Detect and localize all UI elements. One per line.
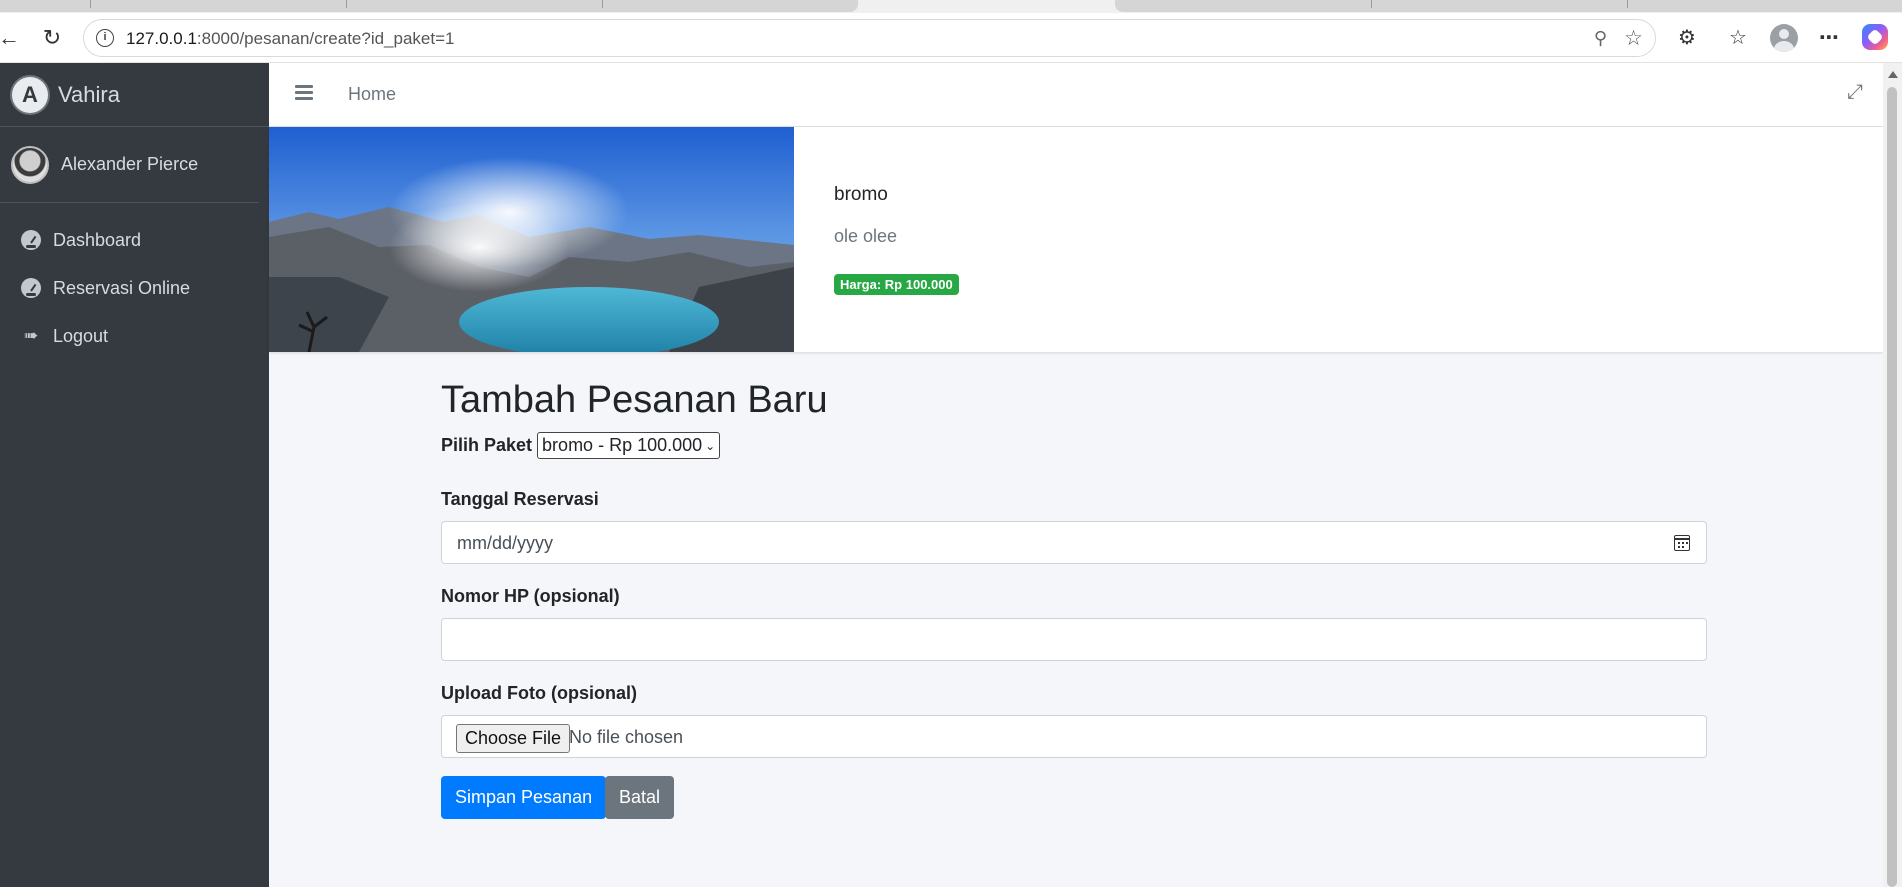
sidebar: A Vahira Alexander Pierce Dashboard Rese… xyxy=(0,63,269,887)
copilot-icon[interactable] xyxy=(1862,24,1888,50)
user-avatar xyxy=(11,145,49,184)
nomor-hp-label: Nomor HP (opsional) xyxy=(441,586,620,606)
url-path: :8000/pesanan/create?id_paket=1 xyxy=(196,29,455,48)
browser-tab[interactable] xyxy=(1115,0,1902,12)
upload-foto-input[interactable]: Choose File No file chosen xyxy=(441,715,1707,758)
brand-logo: A xyxy=(12,76,48,113)
sidebar-item-label: Dashboard xyxy=(53,229,142,250)
scrollbar-thumb[interactable] xyxy=(1887,87,1897,887)
browser-tab-strip xyxy=(0,0,1902,13)
sidebar-item-label: Logout xyxy=(53,325,109,346)
sidebar-item-reservasi-online[interactable]: Reservasi Online xyxy=(0,264,269,312)
site-info-icon[interactable]: i xyxy=(96,29,114,47)
price-badge: Harga: Rp 100.000 xyxy=(834,274,959,295)
browser-tab[interactable] xyxy=(0,0,858,12)
url-text: 127.0.0.1:8000/pesanan/create?id_paket=1 xyxy=(126,29,454,49)
paket-select[interactable]: bromo - Rp 100.000 ⌄ xyxy=(537,432,721,459)
package-title: bromo xyxy=(834,184,888,205)
package-card: bromo ole olee Harga: Rp 100.000 xyxy=(269,127,1883,352)
file-status-text: No file chosen xyxy=(569,727,684,747)
batal-button[interactable]: Batal xyxy=(605,776,675,819)
sidebar-menu: Dashboard Reservasi Online ➠ Logout xyxy=(0,203,269,360)
fullscreen-icon[interactable]: ⤢ xyxy=(1847,81,1863,104)
user-name[interactable]: Alexander Pierce xyxy=(61,154,198,175)
tab-separator xyxy=(1371,0,1372,8)
choose-file-button[interactable]: Choose File xyxy=(456,724,571,753)
tab-separator xyxy=(1627,0,1628,8)
paket-label: Pilih Paket xyxy=(441,435,533,455)
package-image xyxy=(269,127,794,352)
page-title: Tambah Pesanan Baru xyxy=(441,379,828,421)
user-panel[interactable]: Alexander Pierce xyxy=(0,127,259,203)
sidebar-item-logout[interactable]: ➠ Logout xyxy=(0,312,269,360)
scroll-up-arrow-icon[interactable] xyxy=(1888,71,1898,78)
more-menu-icon[interactable]: ⋯ xyxy=(1816,25,1842,51)
date-placeholder: mm/dd/yyyy xyxy=(457,533,554,553)
paket-select-row: Pilih Paket bromo - Rp 100.000 ⌄ xyxy=(441,432,721,459)
brand-link[interactable]: A Vahira xyxy=(0,63,269,127)
tab-separator xyxy=(602,0,603,8)
browser-toolbar: ← ↻ i 127.0.0.1:8000/pesanan/create?id_p… xyxy=(0,13,1902,63)
sidebar-item-dashboard[interactable]: Dashboard xyxy=(0,216,269,264)
reload-icon[interactable]: ↻ xyxy=(39,25,65,51)
upload-foto-label: Upload Foto (opsional) xyxy=(441,683,637,703)
nomor-hp-input[interactable] xyxy=(441,618,1707,661)
zoom-out-icon[interactable]: ⚲ xyxy=(1594,28,1607,49)
main-header: Home ⤢ xyxy=(269,63,1883,127)
simpan-pesanan-button[interactable]: Simpan Pesanan xyxy=(441,776,607,819)
calendar-icon[interactable] xyxy=(1674,535,1690,551)
paket-selected-value: bromo - Rp 100.000 xyxy=(542,435,703,455)
page-scrollbar[interactable] xyxy=(1883,63,1902,887)
dashboard-gauge-icon xyxy=(20,277,42,299)
sidebar-item-label: Reservasi Online xyxy=(53,277,191,298)
tab-separator xyxy=(346,0,347,8)
nav-home-link[interactable]: Home xyxy=(348,84,396,105)
tanggal-reservasi-input[interactable]: mm/dd/yyyy xyxy=(441,521,1707,564)
back-arrow-icon[interactable]: ← xyxy=(0,25,22,51)
favorites-icon[interactable]: ☆ xyxy=(1725,25,1751,51)
sign-out-icon: ➠ xyxy=(23,326,39,345)
extensions-puzzle-icon[interactable]: ⚙ xyxy=(1674,25,1700,51)
chevron-down-icon: ⌄ xyxy=(705,438,716,453)
favorite-star-icon[interactable]: ☆ xyxy=(1624,26,1643,51)
dashboard-gauge-icon xyxy=(20,229,42,251)
address-bar[interactable]: i 127.0.0.1:8000/pesanan/create?id_paket… xyxy=(83,19,1656,57)
menu-toggle-icon[interactable] xyxy=(295,85,313,100)
url-host: 127.0.0.1 xyxy=(126,29,197,48)
tab-separator xyxy=(90,0,91,8)
package-description: ole olee xyxy=(834,226,898,246)
brand-name: Vahira xyxy=(58,81,120,107)
tanggal-label: Tanggal Reservasi xyxy=(441,489,599,509)
profile-avatar-icon[interactable] xyxy=(1770,24,1798,52)
